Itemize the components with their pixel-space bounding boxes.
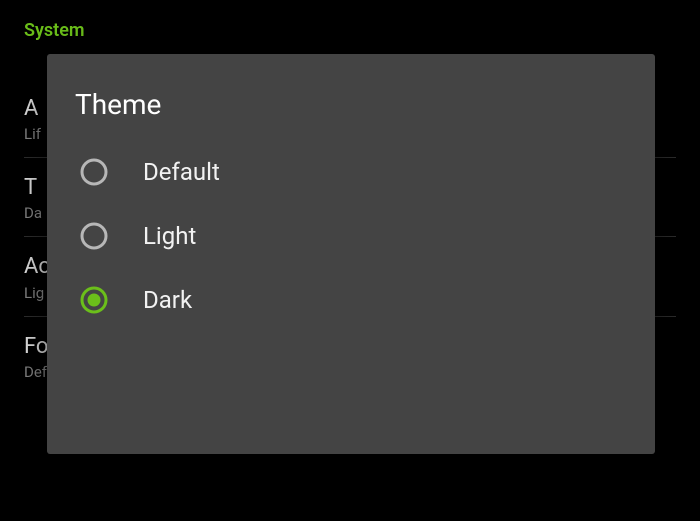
radio-checked-icon bbox=[79, 285, 109, 315]
option-label: Light bbox=[143, 222, 196, 250]
dialog-options: Default Light Dark bbox=[75, 157, 627, 315]
theme-dialog: Theme Default Light bbox=[47, 54, 655, 454]
option-label: Default bbox=[143, 158, 220, 186]
section-header: System bbox=[24, 20, 676, 41]
option-label: Dark bbox=[143, 286, 192, 314]
option-dark[interactable]: Dark bbox=[79, 285, 627, 315]
dialog-title: Theme bbox=[75, 88, 627, 121]
radio-unchecked-icon bbox=[79, 157, 109, 187]
option-light[interactable]: Light bbox=[79, 221, 627, 251]
radio-unchecked-icon bbox=[79, 221, 109, 251]
option-default[interactable]: Default bbox=[79, 157, 627, 187]
